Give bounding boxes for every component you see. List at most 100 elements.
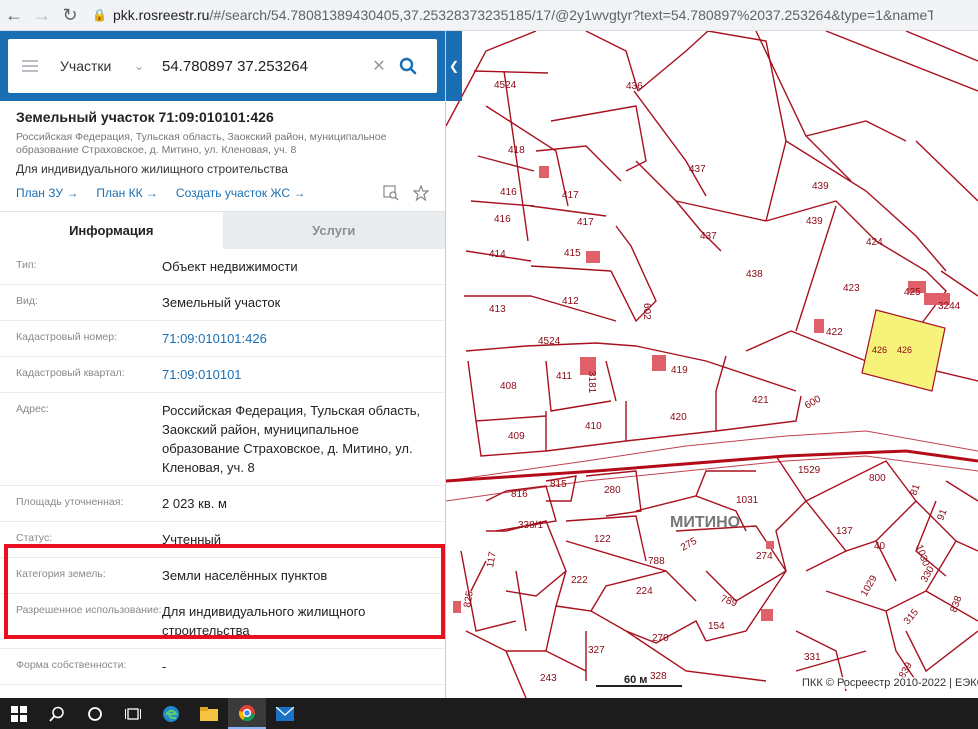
svg-text:331: 331 bbox=[804, 652, 821, 663]
svg-text:1529: 1529 bbox=[798, 465, 821, 476]
svg-text:425: 425 bbox=[904, 287, 921, 298]
tabs: Информация Услуги bbox=[0, 211, 445, 249]
svg-text:426: 426 bbox=[897, 345, 912, 355]
svg-text:414: 414 bbox=[489, 249, 506, 260]
map-canvas[interactable]: 4524 436 418 416 416 417 417 437 437 439… bbox=[446, 31, 978, 698]
link-create-parcel[interactable]: Создать участок ЖС → bbox=[176, 186, 305, 200]
svg-text:137: 137 bbox=[836, 526, 853, 537]
svg-text:3181: 3181 bbox=[586, 371, 597, 394]
search-band: Участки ⌄ ✕ bbox=[0, 31, 445, 101]
svg-text:3244: 3244 bbox=[938, 301, 961, 312]
svg-text:91: 91 bbox=[935, 507, 949, 522]
start-button[interactable] bbox=[0, 698, 38, 729]
svg-text:422: 422 bbox=[826, 327, 843, 338]
object-address: Российская Федерация, Тульская область, … bbox=[16, 131, 387, 156]
taskbar-edge[interactable] bbox=[152, 698, 190, 729]
forward-button[interactable]: → bbox=[28, 1, 56, 29]
reload-button[interactable]: ↻ bbox=[56, 1, 84, 29]
taskbar-chrome[interactable] bbox=[228, 698, 266, 729]
url-host: pkk.rosreestr.ru bbox=[112, 7, 210, 23]
search-input[interactable] bbox=[162, 57, 367, 75]
star-icon[interactable] bbox=[413, 185, 429, 201]
info-label: Кадастровый квартал: bbox=[16, 367, 125, 379]
svg-text:424: 424 bbox=[866, 237, 883, 248]
svg-text:338/1: 338/1 bbox=[518, 520, 543, 531]
svg-text:825: 825 bbox=[462, 590, 476, 609]
info-value: Земли населённых пунктов bbox=[162, 568, 328, 583]
svg-text:816: 816 bbox=[511, 489, 528, 500]
chevron-down-icon[interactable]: ⌄ bbox=[134, 59, 148, 73]
svg-text:408: 408 bbox=[500, 381, 517, 392]
parcel-labels: 4524 436 418 416 416 417 417 437 437 439… bbox=[462, 80, 965, 684]
svg-text:412: 412 bbox=[562, 296, 579, 307]
clear-icon[interactable]: ✕ bbox=[367, 56, 391, 76]
mail-icon bbox=[276, 706, 294, 721]
info-label: Вид: bbox=[16, 295, 38, 307]
lock-icon: 🔒 bbox=[92, 8, 107, 22]
info-list: Тип: Объект недвижимости Вид: Земельный … bbox=[0, 249, 445, 685]
map-scale-label: 60 м bbox=[624, 674, 648, 686]
info-label: Разрешенное использование: bbox=[16, 604, 162, 616]
task-view-button[interactable] bbox=[114, 698, 152, 729]
taskbar-explorer[interactable] bbox=[190, 698, 228, 729]
browser-toolbar: ← → ↻ 🔒 pkk.rosreestr.ru/#/search/54.780… bbox=[0, 0, 978, 31]
cortana-icon bbox=[88, 706, 102, 721]
taskbar-mail[interactable] bbox=[266, 698, 304, 729]
task-view-icon bbox=[125, 707, 141, 720]
svg-text:1029: 1029 bbox=[859, 573, 880, 598]
link-plan-kk[interactable]: План КК → bbox=[96, 186, 158, 200]
svg-text:222: 222 bbox=[571, 575, 588, 586]
svg-text:437: 437 bbox=[689, 164, 706, 175]
svg-text:154: 154 bbox=[708, 621, 725, 632]
back-button[interactable]: ← bbox=[0, 1, 28, 29]
info-value: Земельный участок bbox=[162, 295, 281, 310]
svg-text:421: 421 bbox=[752, 395, 769, 406]
place-name-label: МИТИНО bbox=[670, 514, 740, 531]
chrome-icon bbox=[238, 704, 255, 721]
info-label: Адрес: bbox=[16, 403, 49, 415]
info-row-area: Площадь уточненная: 2 023 кв. м bbox=[0, 486, 445, 522]
svg-text:438: 438 bbox=[746, 269, 763, 280]
tab-services[interactable]: Услуги bbox=[222, 212, 445, 249]
svg-text:117: 117 bbox=[485, 550, 499, 568]
tab-info[interactable]: Информация bbox=[0, 212, 223, 249]
info-label: Статус: bbox=[16, 532, 53, 544]
svg-text:275: 275 bbox=[679, 536, 699, 554]
svg-text:243: 243 bbox=[540, 673, 557, 684]
zoom-to-object-icon[interactable] bbox=[383, 185, 399, 201]
taskbar-search-button[interactable] bbox=[38, 698, 76, 729]
object-title: Земельный участок 71:09:010101:426 bbox=[16, 109, 274, 125]
menu-icon[interactable] bbox=[8, 60, 52, 72]
address-bar[interactable]: pkk.rosreestr.ru/#/search/54.78081389430… bbox=[113, 7, 933, 23]
info-row-cadastral-quarter: Кадастровый квартал: 71:09:010101 bbox=[0, 357, 445, 393]
link-plan-zu[interactable]: План ЗУ → bbox=[16, 186, 78, 200]
svg-text:122: 122 bbox=[594, 534, 611, 545]
chevron-left-icon: ❮ bbox=[448, 59, 460, 73]
info-value: Учтенный bbox=[162, 532, 222, 547]
info-label: Тип: bbox=[16, 259, 37, 271]
edge-icon bbox=[163, 705, 179, 722]
cortana-button[interactable] bbox=[76, 698, 114, 729]
svg-text:280: 280 bbox=[604, 485, 621, 496]
svg-text:4524: 4524 bbox=[494, 80, 517, 91]
info-row-kind: Вид: Земельный участок bbox=[0, 285, 445, 321]
collapse-panel-button[interactable]: ❮ bbox=[446, 31, 462, 101]
svg-text:1031: 1031 bbox=[736, 495, 759, 506]
object-header: Земельный участок 71:09:010101:426 Росси… bbox=[0, 101, 445, 201]
search-type-select[interactable]: Участки bbox=[60, 58, 130, 74]
svg-text:419: 419 bbox=[671, 365, 688, 376]
cadastral-number-link[interactable]: 71:09:010101:426 bbox=[162, 329, 432, 348]
info-value: - bbox=[162, 659, 167, 674]
object-tools bbox=[383, 185, 429, 201]
svg-text:439: 439 bbox=[806, 216, 823, 227]
svg-text:439: 439 bbox=[812, 181, 829, 192]
cadastral-quarter-link[interactable]: 71:09:010101 bbox=[162, 365, 432, 384]
cadastral-map[interactable]: 4524 436 418 416 416 417 417 437 437 439… bbox=[446, 31, 978, 698]
svg-text:413: 413 bbox=[489, 304, 506, 315]
svg-text:4524: 4524 bbox=[538, 336, 561, 347]
svg-text:436: 436 bbox=[626, 81, 643, 92]
svg-text:224: 224 bbox=[636, 586, 653, 597]
info-value: Российская Федерация, Тульская область, … bbox=[162, 403, 421, 475]
svg-text:81: 81 bbox=[908, 482, 922, 497]
search-button[interactable] bbox=[391, 57, 425, 75]
